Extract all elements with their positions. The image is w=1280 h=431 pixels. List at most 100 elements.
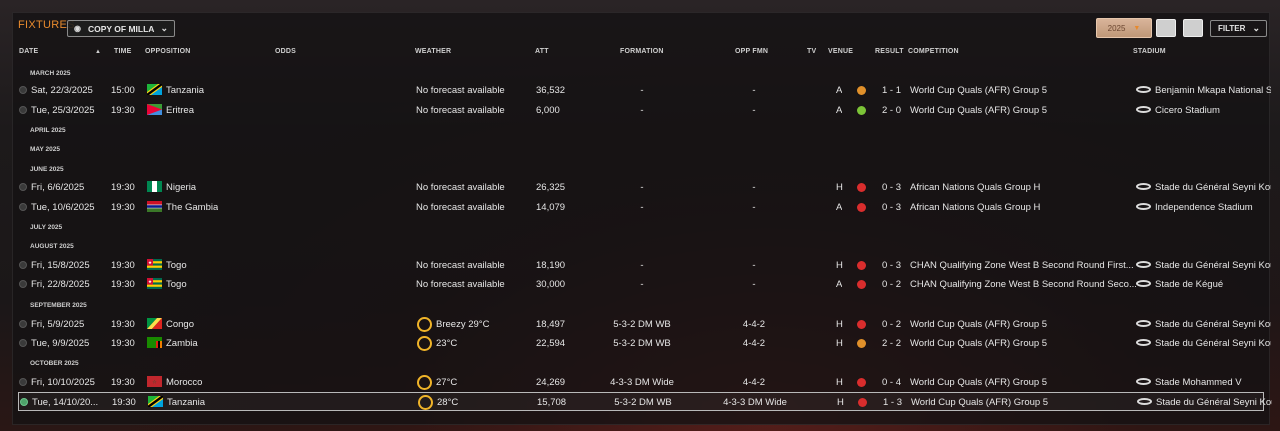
fixture-row[interactable]: Tue, 9/9/2025 19:30 Zambia 23°C 22,594 5-3-2 … bbox=[18, 334, 1271, 353]
calendar-view-button[interactable] bbox=[1156, 19, 1176, 37]
month-group-header: SEPTEMBER 2025 bbox=[18, 299, 1264, 313]
row-select-radio[interactable] bbox=[19, 339, 27, 347]
col-weather[interactable]: WEATHER bbox=[415, 48, 451, 55]
opposition-name[interactable]: Togo bbox=[166, 260, 187, 271]
venue: H bbox=[836, 319, 843, 330]
competition-name[interactable]: World Cup Quals (AFR) Group 5 bbox=[910, 338, 1136, 349]
stadium-name[interactable]: Cicero Stadium bbox=[1155, 105, 1271, 116]
col-time[interactable]: TIME bbox=[114, 48, 132, 55]
fixture-row[interactable]: Sat, 22/3/2025 15:00 Tanzania No forecast a… bbox=[18, 81, 1271, 100]
stadium-name[interactable]: Stade du Général Seyni Kou bbox=[1155, 338, 1271, 349]
col-date[interactable]: DATE bbox=[19, 48, 38, 55]
result-score[interactable]: 0 - 3 bbox=[882, 202, 901, 213]
stadium-icon bbox=[1136, 261, 1151, 268]
sun-icon bbox=[417, 317, 432, 332]
competition-name[interactable]: World Cup Quals (AFR) Group 5 bbox=[910, 85, 1136, 96]
opposition-name[interactable]: Togo bbox=[166, 279, 187, 290]
row-select-radio[interactable] bbox=[20, 398, 28, 406]
competition-name[interactable]: World Cup Quals (AFR) Group 5 bbox=[911, 397, 1137, 408]
fixture-row[interactable]: Fri, 6/6/2025 19:30 Nigeria No forecast ava… bbox=[18, 178, 1271, 197]
stadium-name[interactable]: Stade du Général Seyni Kou bbox=[1156, 397, 1272, 408]
weather-text: 27°C bbox=[436, 377, 458, 388]
stadium-name[interactable]: Independence Stadium bbox=[1155, 202, 1271, 213]
row-select-radio[interactable] bbox=[19, 86, 27, 94]
competition-name[interactable]: World Cup Quals (AFR) Group 5 bbox=[910, 105, 1136, 116]
weather-text: 23°C bbox=[436, 338, 458, 349]
sort-asc-icon[interactable]: ▲ bbox=[95, 49, 101, 55]
row-select-radio[interactable] bbox=[19, 280, 27, 288]
venue: H bbox=[836, 182, 843, 193]
opposition-name[interactable]: Tanzania bbox=[166, 85, 204, 96]
filter-button[interactable]: FILTER ⌄ bbox=[1210, 20, 1267, 37]
fixture-row[interactable]: Tue, 25/3/2025 19:30 Eritrea No forecast av… bbox=[18, 101, 1264, 120]
fixture-row[interactable]: Tue, 10/6/2025 19:30 The Gambia No forecast… bbox=[18, 198, 1264, 217]
opp-formation: - bbox=[752, 182, 756, 193]
month-label: JUNE 2025 bbox=[30, 166, 64, 173]
stadium-name[interactable]: Stade du Général Seyni Kou bbox=[1155, 182, 1271, 193]
competition-name[interactable]: African Nations Quals Group H bbox=[910, 202, 1136, 213]
competition-name[interactable]: World Cup Quals (AFR) Group 5 bbox=[910, 377, 1136, 388]
month-group-header: APRIL 2025 bbox=[18, 124, 1264, 138]
result-score[interactable]: 0 - 3 bbox=[882, 260, 901, 271]
row-select-radio[interactable] bbox=[19, 106, 27, 114]
opposition-name[interactable]: Congo bbox=[166, 319, 194, 330]
month-label: SEPTEMBER 2025 bbox=[30, 302, 87, 309]
opposition-name[interactable]: Tanzania bbox=[167, 397, 205, 408]
col-competition[interactable]: COMPETITION bbox=[908, 48, 959, 55]
col-odds[interactable]: ODDS bbox=[275, 48, 296, 55]
sun-icon bbox=[418, 395, 433, 410]
result-score[interactable]: 0 - 2 bbox=[882, 319, 901, 330]
result-score[interactable]: 0 - 4 bbox=[882, 377, 901, 388]
opposition-name[interactable]: Morocco bbox=[166, 377, 202, 388]
opposition-name[interactable]: Nigeria bbox=[166, 182, 196, 193]
competition-name[interactable]: African Nations Quals Group H bbox=[910, 182, 1136, 193]
row-select-radio[interactable] bbox=[19, 261, 27, 269]
col-att[interactable]: ATT bbox=[535, 48, 549, 55]
row-select-radio[interactable] bbox=[19, 320, 27, 328]
fixture-row[interactable]: Fri, 15/8/2025 19:30 ★ Togo No forecast avai… bbox=[18, 256, 1271, 275]
result-score[interactable]: 2 - 2 bbox=[882, 338, 901, 349]
col-opp-fmn[interactable]: OPP FMN bbox=[735, 48, 768, 55]
competition-name[interactable]: CHAN Qualifying Zone West B Second Round… bbox=[910, 279, 1136, 290]
opposition-name[interactable]: The Gambia bbox=[166, 202, 218, 213]
row-select-radio[interactable] bbox=[19, 183, 27, 191]
fixture-row[interactable]: Fri, 10/10/2025 19:30 ☆ Morocco 27°C 24,269 4-… bbox=[18, 373, 1264, 392]
opposition-name[interactable]: Zambia bbox=[166, 338, 198, 349]
opposition-name[interactable]: Eritrea bbox=[166, 105, 194, 116]
result-score[interactable]: 1 - 3 bbox=[883, 397, 902, 408]
stadium-name[interactable]: Stade de Kégué bbox=[1155, 279, 1271, 290]
venue: A bbox=[836, 202, 843, 213]
result-score[interactable]: 0 - 2 bbox=[882, 279, 901, 290]
stadium-name[interactable]: Stade du Général Seyni Kou bbox=[1155, 319, 1271, 330]
col-result[interactable]: RESULT bbox=[875, 48, 904, 55]
result-score[interactable]: 0 - 3 bbox=[882, 182, 901, 193]
col-stadium[interactable]: STADIUM bbox=[1133, 48, 1166, 55]
list-view-button[interactable] bbox=[1183, 19, 1203, 37]
col-formation[interactable]: FORMATION bbox=[620, 48, 664, 55]
stadium-name[interactable]: Stade du Général Seyni Kou bbox=[1155, 260, 1271, 271]
tanzania-flag-icon bbox=[147, 84, 162, 95]
fixture-row[interactable]: Fri, 22/8/2025 19:30 ★ Togo No forecast avai… bbox=[18, 275, 1264, 294]
row-select-radio[interactable] bbox=[19, 378, 27, 386]
row-select-radio[interactable] bbox=[19, 203, 27, 211]
stadium-name[interactable]: Benjamin Mkapa National S bbox=[1155, 85, 1271, 96]
col-venue[interactable]: VENUE bbox=[828, 48, 853, 55]
year-selector[interactable]: 2025 ▼ bbox=[1096, 18, 1152, 38]
col-tv[interactable]: TV bbox=[807, 48, 816, 55]
month-group-header: OCTOBER 2025 bbox=[18, 357, 1264, 371]
view-dropdown[interactable]: ◉ COPY OF MILLA ⌄ bbox=[67, 20, 175, 37]
result-score[interactable]: 1 - 1 bbox=[882, 85, 901, 96]
stadium-name[interactable]: Stade Mohammed V bbox=[1155, 377, 1271, 388]
fixture-date: Fri, 22/8/2025 bbox=[31, 279, 90, 290]
stadium-icon bbox=[1136, 183, 1151, 190]
year-label: 2025 bbox=[1107, 23, 1126, 33]
eye-icon: ◉ bbox=[74, 24, 81, 33]
competition-name[interactable]: CHAN Qualifying Zone West B Second Round… bbox=[910, 260, 1136, 271]
result-score[interactable]: 2 - 0 bbox=[882, 105, 901, 116]
fixture-row[interactable]: Fri, 5/9/2025 19:30 Congo Breezy 29°C 18,497… bbox=[18, 315, 1271, 334]
result-indicator-icon bbox=[857, 106, 866, 115]
col-opposition[interactable]: OPPOSITION bbox=[145, 48, 191, 55]
competition-name[interactable]: World Cup Quals (AFR) Group 5 bbox=[910, 319, 1136, 330]
tanzania-flag-icon bbox=[148, 396, 163, 407]
fixture-row[interactable]: Tue, 14/10/20... 19:30 Tanzania 28°C 15,708 5… bbox=[18, 392, 1272, 411]
